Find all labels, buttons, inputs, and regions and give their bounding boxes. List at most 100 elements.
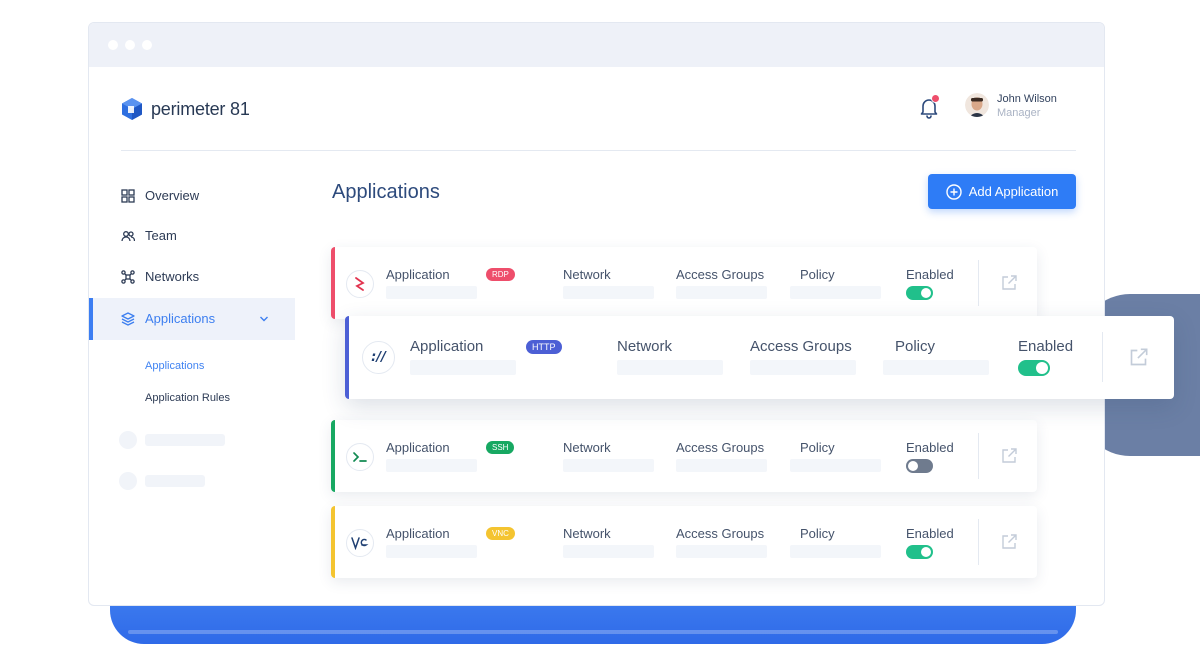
user-role: Manager <box>997 107 1041 119</box>
value-placeholder <box>617 360 723 375</box>
sidebar-subitem-application-rules[interactable]: Application Rules <box>145 392 230 404</box>
plus-circle-icon <box>945 183 962 200</box>
value-placeholder <box>386 286 477 299</box>
value-placeholder <box>790 459 881 472</box>
application-column-label: Application <box>386 526 450 541</box>
card-color-stripe <box>345 316 349 399</box>
enabled-column-label: Enabled <box>1018 338 1074 355</box>
toggle-knob <box>921 547 931 557</box>
window-dot[interactable] <box>125 40 135 50</box>
external-link-icon[interactable] <box>1000 533 1018 551</box>
brand-name: perimeter 81 <box>151 98 250 119</box>
notifications-button[interactable] <box>917 94 941 119</box>
value-placeholder <box>410 360 516 375</box>
user-name[interactable]: John Wilson <box>997 93 1057 105</box>
layers-icon <box>121 311 135 326</box>
value-placeholder <box>386 459 477 472</box>
access-groups-column-label: Access Groups <box>676 267 765 282</box>
add-application-button[interactable]: Add Application <box>928 174 1076 209</box>
value-placeholder <box>676 459 767 472</box>
column-divider <box>1102 332 1103 382</box>
value-placeholder <box>563 545 654 558</box>
skeleton-placeholder <box>119 472 137 490</box>
http-icon: :// <box>362 341 395 374</box>
toggle-knob <box>908 461 918 471</box>
terminal-icon <box>346 443 374 471</box>
external-link-icon[interactable] <box>1000 274 1018 292</box>
enabled-toggle[interactable] <box>1018 360 1050 376</box>
grid-icon <box>121 188 135 203</box>
sidebar-item-team[interactable]: Team <box>121 228 177 243</box>
protocol-badge: SSH <box>486 441 515 454</box>
enabled-column-label: Enabled <box>906 267 954 282</box>
value-placeholder <box>790 545 881 558</box>
value-placeholder <box>676 286 767 299</box>
toggle-knob <box>1036 362 1048 374</box>
app-card-vnc[interactable]: Application VNC Network Access Groups Po… <box>331 506 1037 578</box>
sidebar-active-indicator <box>89 298 93 340</box>
application-column-label: Application <box>386 267 450 282</box>
sidebar-item-label: Team <box>145 228 177 243</box>
sidebar-subitem-applications[interactable]: Applications <box>145 360 204 372</box>
enabled-toggle[interactable] <box>906 286 933 300</box>
value-placeholder <box>563 459 654 472</box>
skeleton-placeholder <box>145 434 225 446</box>
toggle-knob <box>921 288 931 298</box>
brand-logo[interactable]: perimeter 81 <box>121 97 250 121</box>
skeleton-placeholder <box>119 431 137 449</box>
app-card-rdp[interactable]: Application RDP Network Access Groups Po… <box>331 247 1037 319</box>
value-placeholder <box>386 545 477 558</box>
page-title: Applications <box>332 181 440 203</box>
app-card-ssh[interactable]: Application SSH Network Access Groups Po… <box>331 420 1037 492</box>
rdp-icon <box>346 270 374 298</box>
stage: perimeter 81 John Wilson Manager Overvie… <box>0 0 1200 650</box>
column-divider <box>978 260 979 306</box>
notification-badge <box>931 94 940 103</box>
application-column-label: Application <box>386 440 450 455</box>
network-column-label: Network <box>563 267 611 282</box>
window-dot[interactable] <box>108 40 118 50</box>
policy-column-label: Policy <box>895 338 936 355</box>
protocol-badge: RDP <box>486 268 515 281</box>
skeleton-placeholder <box>145 475 205 487</box>
sidebar-item-overview[interactable]: Overview <box>121 188 199 203</box>
card-color-stripe <box>331 247 335 319</box>
vnc-icon <box>346 529 374 557</box>
sidebar-item-label: Overview <box>145 188 200 203</box>
sidebar-item-label: Applications <box>145 311 216 326</box>
window-dot[interactable] <box>142 40 152 50</box>
users-icon <box>121 230 135 241</box>
value-placeholder <box>883 360 989 375</box>
avatar[interactable] <box>965 93 989 117</box>
card-color-stripe <box>331 420 335 492</box>
protocol-badge: VNC <box>486 527 515 540</box>
enabled-toggle[interactable] <box>906 545 933 559</box>
access-groups-column-label: Access Groups <box>750 338 852 355</box>
app-card-http[interactable]: :// Application HTTP Network Access Grou… <box>345 316 1174 399</box>
sidebar-item-applications[interactable]: Applications <box>121 311 215 326</box>
policy-column-label: Policy <box>800 526 835 541</box>
policy-column-label: Policy <box>800 440 835 455</box>
cube-logo-icon <box>122 98 142 120</box>
card-color-stripe <box>331 506 335 578</box>
network-column-label: Network <box>563 526 611 541</box>
policy-column-label: Policy <box>800 267 835 282</box>
access-groups-column-label: Access Groups <box>676 526 765 541</box>
external-link-icon[interactable] <box>1000 447 1018 465</box>
value-placeholder <box>676 545 767 558</box>
enabled-toggle[interactable] <box>906 459 933 473</box>
external-link-icon[interactable] <box>1128 347 1149 368</box>
network-column-label: Network <box>563 440 611 455</box>
value-placeholder <box>790 286 881 299</box>
protocol-badge: HTTP <box>526 340 562 354</box>
value-placeholder <box>563 286 654 299</box>
value-placeholder <box>750 360 856 375</box>
chevron-down-icon[interactable] <box>259 315 269 323</box>
column-divider <box>978 433 979 479</box>
header-divider <box>121 150 1076 151</box>
avatar-icon <box>965 93 989 117</box>
add-application-label: Add Application <box>968 184 1059 199</box>
sidebar-item-networks[interactable]: Networks <box>121 269 199 284</box>
application-column-label: Application <box>410 338 484 355</box>
window-titlebar <box>89 23 1104 67</box>
